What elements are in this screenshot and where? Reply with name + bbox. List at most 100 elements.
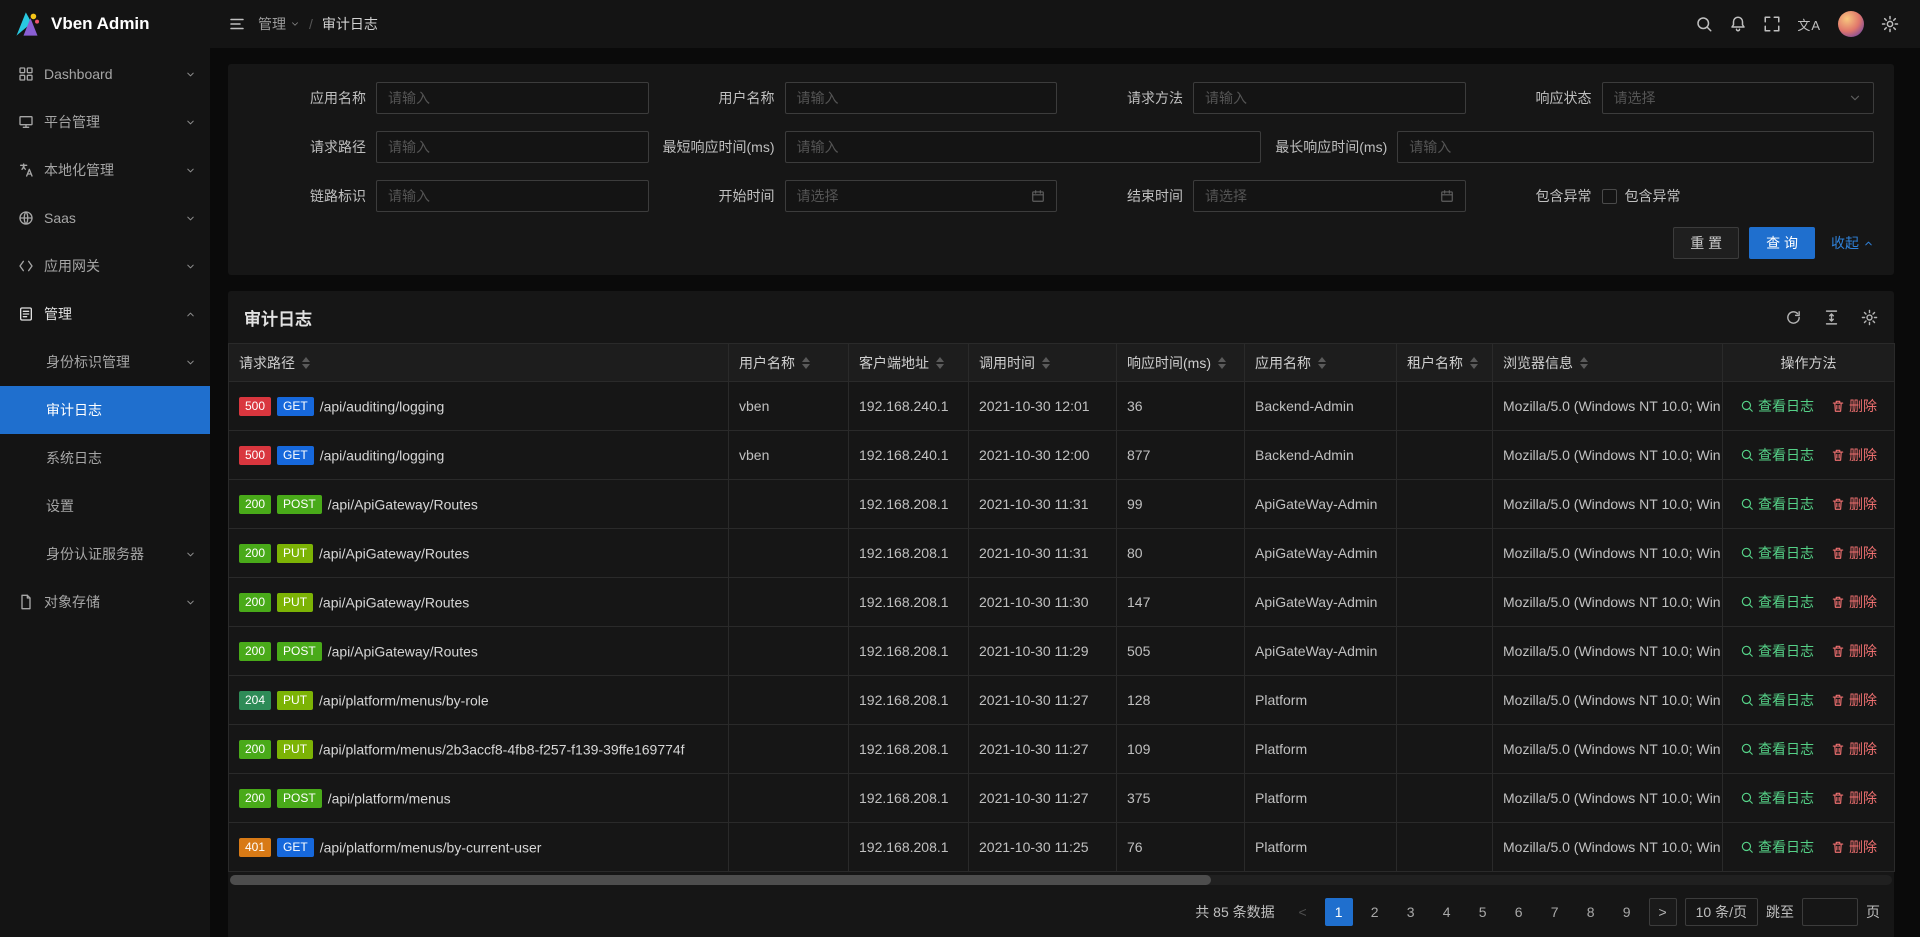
cell-browser: Mozilla/5.0 (Windows NT 10.0; Win [1493, 480, 1723, 529]
response-status-select[interactable]: 请选择 [1602, 82, 1875, 114]
language-icon[interactable]: 文A [1789, 0, 1829, 48]
page-button-1[interactable]: 1 [1325, 898, 1353, 926]
sidebar-item-audit-log[interactable]: 审计日志 [0, 386, 210, 434]
column-header-user[interactable]: 用户名称 [729, 344, 849, 382]
view-log-button[interactable]: 查看日志 [1740, 837, 1814, 857]
filter-label-trace-id: 链路标识 [248, 186, 376, 206]
settings-gear-icon[interactable] [1873, 0, 1907, 48]
delete-button[interactable]: 删除 [1831, 494, 1877, 514]
page-button-6[interactable]: 6 [1505, 898, 1533, 926]
sidebar-item-auth-server[interactable]: 身份认证服务器 [0, 530, 210, 578]
min-response-time-input[interactable] [785, 131, 1262, 163]
page-button-2[interactable]: 2 [1361, 898, 1389, 926]
column-header-tenant[interactable]: 租户名称 [1397, 344, 1493, 382]
delete-button[interactable]: 删除 [1831, 592, 1877, 612]
cell-app: Backend-Admin [1245, 431, 1397, 480]
delete-button[interactable]: 删除 [1831, 690, 1877, 710]
column-header-duration[interactable]: 响应时间(ms) [1117, 344, 1245, 382]
sidebar-item-identity[interactable]: 身份标识管理 [0, 338, 210, 386]
sidebar-item-saas[interactable]: Saas [0, 194, 210, 242]
page-button-9[interactable]: 9 [1613, 898, 1641, 926]
delete-button[interactable]: 删除 [1831, 641, 1877, 661]
sidebar-item-admin[interactable]: 管理 [0, 290, 210, 338]
delete-button[interactable]: 删除 [1831, 445, 1877, 465]
request-method-input[interactable] [1193, 82, 1466, 114]
collapse-sidebar-icon[interactable] [220, 0, 254, 48]
view-log-button[interactable]: 查看日志 [1740, 788, 1814, 808]
pagination: 共 85 条数据 < 123456789 > 10 条/页 跳至 页 [228, 887, 1894, 937]
filter-label-request-method: 请求方法 [1065, 88, 1193, 108]
method-badge: POST [277, 789, 322, 808]
magnifier-icon [1740, 742, 1754, 756]
sort-desc-icon [1580, 364, 1588, 369]
column-header-client[interactable]: 客户端地址 [849, 344, 969, 382]
page-button-3[interactable]: 3 [1397, 898, 1425, 926]
collapse-link[interactable]: 收起 [1831, 233, 1874, 253]
prev-page-button[interactable]: < [1289, 898, 1317, 926]
scrollbar-thumb[interactable] [230, 875, 1211, 885]
fullscreen-icon[interactable] [1755, 0, 1789, 48]
logo[interactable]: Vben Admin [0, 0, 210, 48]
notification-bell-icon[interactable] [1721, 0, 1755, 48]
page-button-8[interactable]: 8 [1577, 898, 1605, 926]
sidebar-item-label: 对象存储 [44, 592, 100, 612]
view-log-button[interactable]: 查看日志 [1740, 739, 1814, 759]
column-settings-icon[interactable] [1861, 309, 1878, 326]
view-log-button[interactable]: 查看日志 [1740, 494, 1814, 514]
view-log-button[interactable]: 查看日志 [1740, 690, 1814, 710]
sidebar-item-platform[interactable]: 平台管理 [0, 98, 210, 146]
request-path-input[interactable] [376, 131, 649, 163]
jump-page-input[interactable] [1802, 898, 1858, 926]
delete-button[interactable]: 删除 [1831, 396, 1877, 416]
next-page-button[interactable]: > [1649, 898, 1677, 926]
page-numbers: 123456789 [1325, 898, 1641, 926]
delete-button[interactable]: 删除 [1831, 837, 1877, 857]
search-icon[interactable] [1687, 0, 1721, 48]
delete-button[interactable]: 删除 [1831, 739, 1877, 759]
include-exception-checkbox[interactable] [1602, 189, 1617, 204]
reset-button[interactable]: 重 置 [1673, 227, 1739, 259]
column-header-browser[interactable]: 浏览器信息 [1493, 344, 1723, 382]
view-log-button[interactable]: 查看日志 [1740, 445, 1814, 465]
view-log-button[interactable]: 查看日志 [1740, 592, 1814, 612]
column-header-path[interactable]: 请求路径 [229, 344, 729, 382]
max-response-time-input[interactable] [1397, 131, 1874, 163]
sidebar-item-dashboard[interactable]: Dashboard [0, 50, 210, 98]
column-header-time[interactable]: 调用时间 [969, 344, 1117, 382]
refresh-icon[interactable] [1785, 309, 1802, 326]
collapse-label: 收起 [1831, 233, 1859, 253]
cell-request-path: 200PUT/api/platform/menus/2b3accf8-4fb8-… [229, 725, 729, 774]
user-avatar[interactable] [1838, 11, 1864, 37]
cell-user [729, 627, 849, 676]
view-log-button[interactable]: 查看日志 [1740, 396, 1814, 416]
sidebar-item-object-storage[interactable]: 对象存储 [0, 578, 210, 626]
breadcrumb-item-admin[interactable]: 管理 [258, 14, 300, 34]
magnifier-icon [1740, 693, 1754, 707]
trace-id-input[interactable] [376, 180, 649, 212]
search-button[interactable]: 查 询 [1749, 227, 1815, 259]
column-header-inner: 租户名称 [1407, 353, 1482, 373]
app-name-input[interactable] [376, 82, 649, 114]
delete-label: 删除 [1849, 641, 1877, 661]
magnifier-icon [1740, 840, 1754, 854]
delete-label: 删除 [1849, 788, 1877, 808]
view-log-button[interactable]: 查看日志 [1740, 641, 1814, 661]
sidebar-item-localization[interactable]: 本地化管理 [0, 146, 210, 194]
sidebar-item-system-log[interactable]: 系统日志 [0, 434, 210, 482]
delete-button[interactable]: 删除 [1831, 543, 1877, 563]
sidebar-item-gateway[interactable]: 应用网关 [0, 242, 210, 290]
cell-duration: 99 [1117, 480, 1245, 529]
delete-button[interactable]: 删除 [1831, 788, 1877, 808]
view-log-button[interactable]: 查看日志 [1740, 543, 1814, 563]
row-height-icon[interactable] [1823, 309, 1840, 326]
end-time-picker[interactable]: 请选择 [1193, 180, 1466, 212]
user-name-input[interactable] [785, 82, 1058, 114]
horizontal-scrollbar[interactable] [230, 875, 1892, 885]
sidebar-item-settings[interactable]: 设置 [0, 482, 210, 530]
page-size-select[interactable]: 10 条/页 [1685, 898, 1758, 926]
page-button-5[interactable]: 5 [1469, 898, 1497, 926]
page-button-7[interactable]: 7 [1541, 898, 1569, 926]
page-button-4[interactable]: 4 [1433, 898, 1461, 926]
column-header-app[interactable]: 应用名称 [1245, 344, 1397, 382]
start-time-picker[interactable]: 请选择 [785, 180, 1058, 212]
